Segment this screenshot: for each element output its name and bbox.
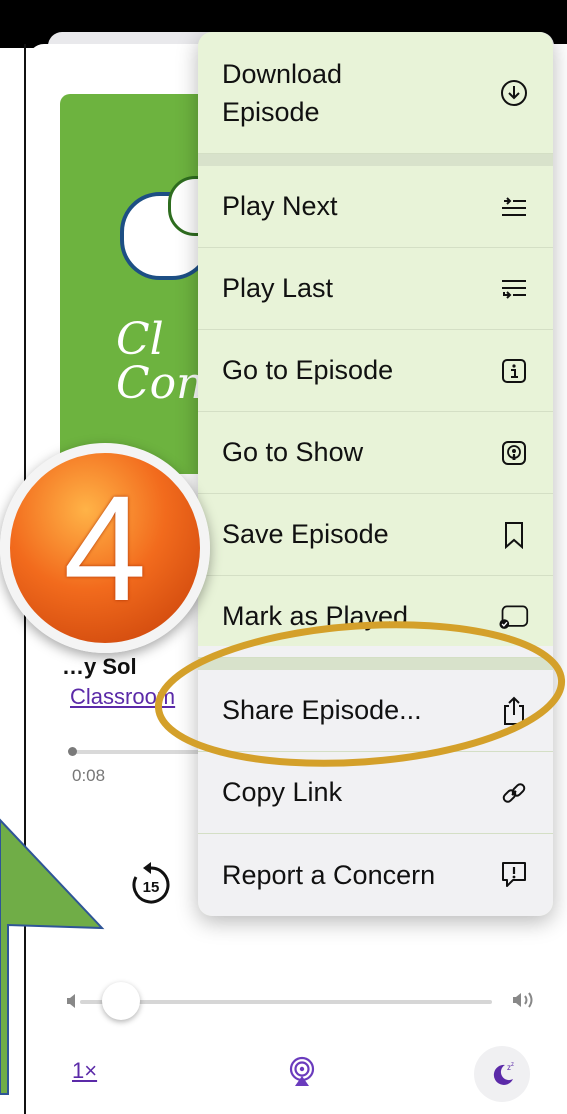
annotation-highlight-circle — [154, 621, 566, 767]
step-number-badge: 4 — [0, 443, 210, 653]
step-number: 4 — [63, 464, 147, 632]
annotation-arrow — [0, 818, 105, 1095]
